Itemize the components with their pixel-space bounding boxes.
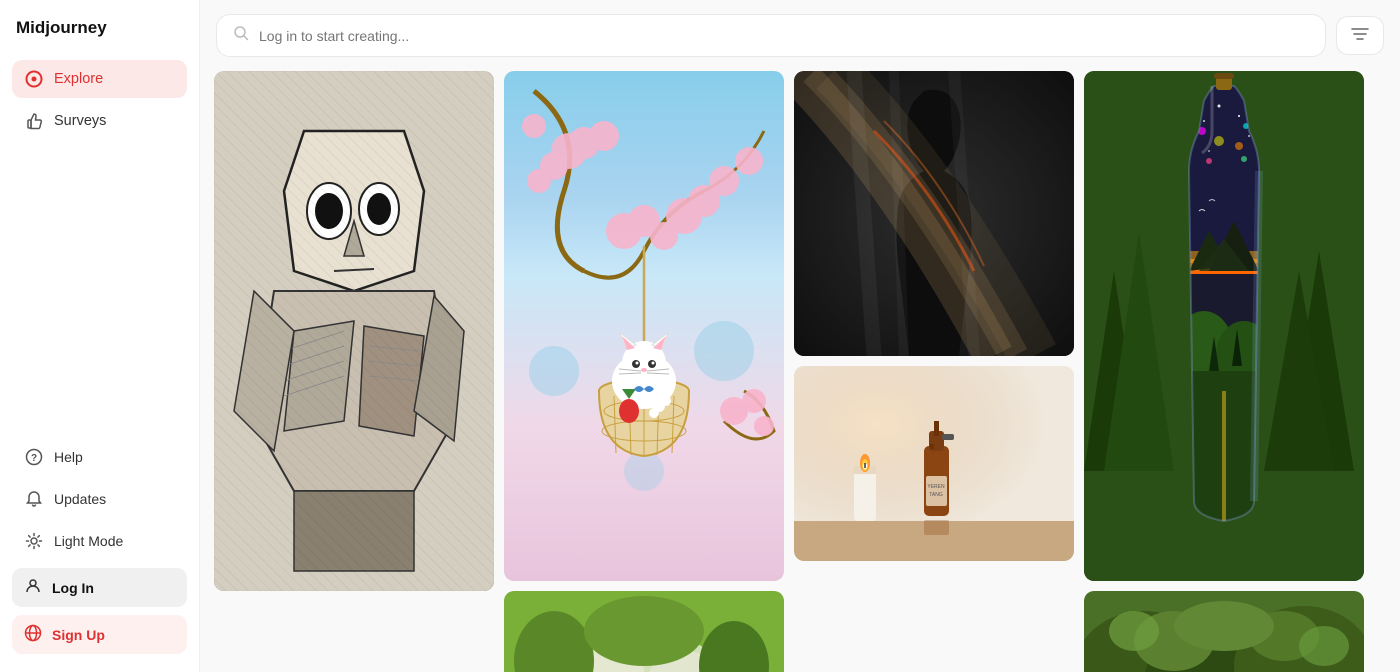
- svg-text:TANG: TANG: [929, 492, 943, 498]
- sidebar-updates-label: Updates: [54, 491, 106, 507]
- image-fluffy[interactable]: [504, 591, 784, 672]
- filter-button[interactable]: [1336, 16, 1384, 55]
- topbar: [200, 0, 1400, 71]
- sidebar-light-mode-label: Light Mode: [54, 533, 123, 549]
- sidebar-surveys-label: Surveys: [54, 113, 106, 129]
- bell-icon: [24, 489, 44, 509]
- sidebar-item-help[interactable]: ? Help: [12, 438, 187, 476]
- gallery-col-2: [504, 71, 784, 672]
- sidebar-item-surveys[interactable]: Surveys: [12, 102, 187, 140]
- signup-button[interactable]: Sign Up: [12, 615, 187, 654]
- gallery-col-1: [214, 71, 494, 672]
- svg-text:?: ?: [31, 453, 37, 464]
- filter-icon: [1351, 27, 1369, 44]
- gallery-col-4: [1084, 71, 1364, 672]
- globe-icon: [24, 624, 42, 645]
- image-bottle[interactable]: [1084, 71, 1364, 581]
- thumb-icon: [24, 111, 44, 131]
- main-content: YEREN TANG: [200, 0, 1400, 672]
- search-input[interactable]: [259, 28, 1309, 44]
- person-icon: [24, 577, 42, 598]
- sidebar-help-label: Help: [54, 449, 83, 465]
- help-icon: ?: [24, 447, 44, 467]
- search-icon: [233, 25, 249, 46]
- login-button[interactable]: Log In: [12, 568, 187, 607]
- gallery-grid: YEREN TANG: [214, 71, 1386, 672]
- sidebar-item-light-mode[interactable]: Light Mode: [12, 522, 187, 560]
- sidebar: Midjourney Explore Surveys: [0, 0, 200, 672]
- image-portrait[interactable]: [794, 71, 1074, 356]
- sidebar-bottom: ? Help Updates: [12, 438, 187, 654]
- sidebar-item-explore[interactable]: Explore: [12, 60, 187, 98]
- image-sketch[interactable]: [214, 71, 494, 591]
- sun-icon: [24, 531, 44, 551]
- signup-label: Sign Up: [52, 627, 105, 643]
- image-cherry[interactable]: [504, 71, 784, 581]
- image-green[interactable]: [1084, 591, 1364, 672]
- sidebar-nav: Explore Surveys: [12, 60, 187, 438]
- gallery-col-3: YEREN TANG: [794, 71, 1074, 672]
- explore-icon: [24, 69, 44, 89]
- login-label: Log In: [52, 580, 94, 596]
- gallery: YEREN TANG: [200, 71, 1400, 672]
- svg-text:YEREN: YEREN: [927, 484, 945, 490]
- sidebar-item-updates[interactable]: Updates: [12, 480, 187, 518]
- search-box[interactable]: [216, 14, 1326, 57]
- app-logo: Midjourney: [12, 18, 187, 38]
- image-candle[interactable]: YEREN TANG: [794, 366, 1074, 561]
- sidebar-explore-label: Explore: [54, 71, 103, 87]
